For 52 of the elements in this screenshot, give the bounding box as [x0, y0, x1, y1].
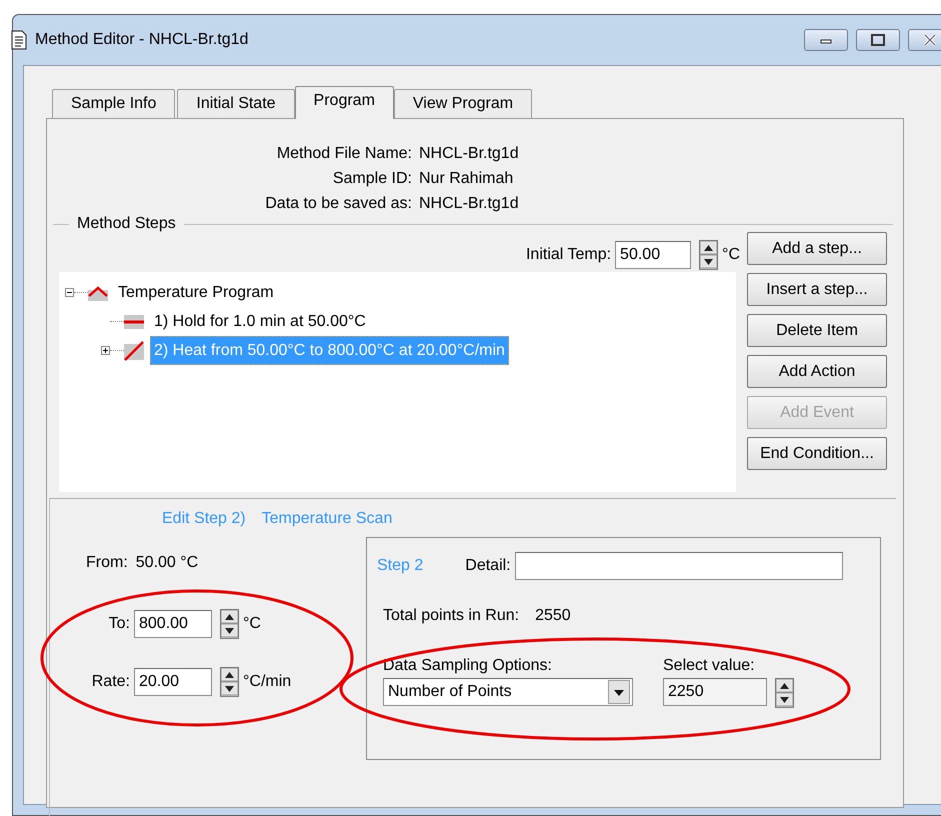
group-title: Step 2: [377, 556, 424, 576]
tab[interactable]: Sample Info: [52, 89, 176, 118]
unit-label: °C/min: [243, 672, 292, 692]
maximize-icon[interactable]: [868, 32, 888, 48]
document-icon: [11, 30, 27, 50]
field-label: From:: [86, 553, 128, 573]
field-label: Select value:: [663, 656, 756, 676]
spin-button[interactable]: [775, 678, 794, 708]
minimize-button[interactable]: [804, 29, 848, 51]
field-label: To:: [108, 614, 130, 634]
action-button[interactable]: End Condition...: [747, 437, 887, 470]
field-value: NHCL-Br.tg1d: [419, 144, 520, 164]
field-label: Data to be saved as:: [264, 194, 412, 214]
tab[interactable]: View Program: [394, 89, 532, 118]
spin-button[interactable]: [699, 240, 718, 270]
action-button[interactable]: Insert a step...: [747, 273, 887, 306]
tree-item[interactable]: 1) Hold for 1.0 min at 50.00°C: [150, 307, 370, 336]
rising-line-icon: [124, 340, 144, 362]
maximize-button[interactable]: [856, 29, 900, 51]
field-value: 2550: [535, 606, 571, 626]
expander-icon[interactable]: [101, 346, 110, 355]
action-button[interactable]: Add Action: [747, 355, 887, 388]
input-field[interactable]: 20.00: [134, 668, 212, 696]
input-field[interactable]: [514, 552, 843, 580]
field-label: Method File Name:: [276, 144, 412, 164]
action-button[interactable]: Add a step...: [747, 232, 887, 265]
section-subtitle: Temperature Scan: [262, 509, 392, 529]
tree-item[interactable]: Temperature Program: [114, 278, 278, 307]
field-value: Nur Rahimah: [419, 169, 514, 189]
field-label: Initial Temp:: [526, 245, 612, 265]
input-field[interactable]: 800.00: [134, 610, 212, 638]
field-label: Total points in Run:: [383, 606, 520, 626]
tab[interactable]: Initial State: [177, 89, 295, 118]
unit-label: °C: [243, 614, 261, 634]
input-field[interactable]: 2250: [663, 678, 767, 706]
field-label: Rate:: [90, 672, 130, 692]
spin-button[interactable]: [220, 609, 239, 639]
tab[interactable]: Program: [294, 86, 394, 119]
field-value: 50.00 °C: [136, 553, 198, 573]
section-title: Edit Step 2): [162, 509, 246, 529]
spin-button[interactable]: [220, 667, 239, 697]
dropdown[interactable]: Number of Points: [383, 678, 633, 706]
group-title: Method Steps: [76, 214, 177, 234]
close-button[interactable]: [908, 29, 941, 51]
expander-icon[interactable]: [65, 288, 74, 297]
field-label: Detail:: [465, 556, 511, 576]
unit-label: °C: [722, 245, 740, 265]
input-field[interactable]: 50.00: [615, 241, 692, 269]
field-value: NHCL-Br.tg1d: [419, 194, 520, 214]
window-title: Method Editor - NHCL-Br.tg1d: [35, 30, 248, 50]
action-button[interactable]: Delete Item: [747, 314, 887, 347]
field-label: Sample ID:: [332, 169, 412, 189]
